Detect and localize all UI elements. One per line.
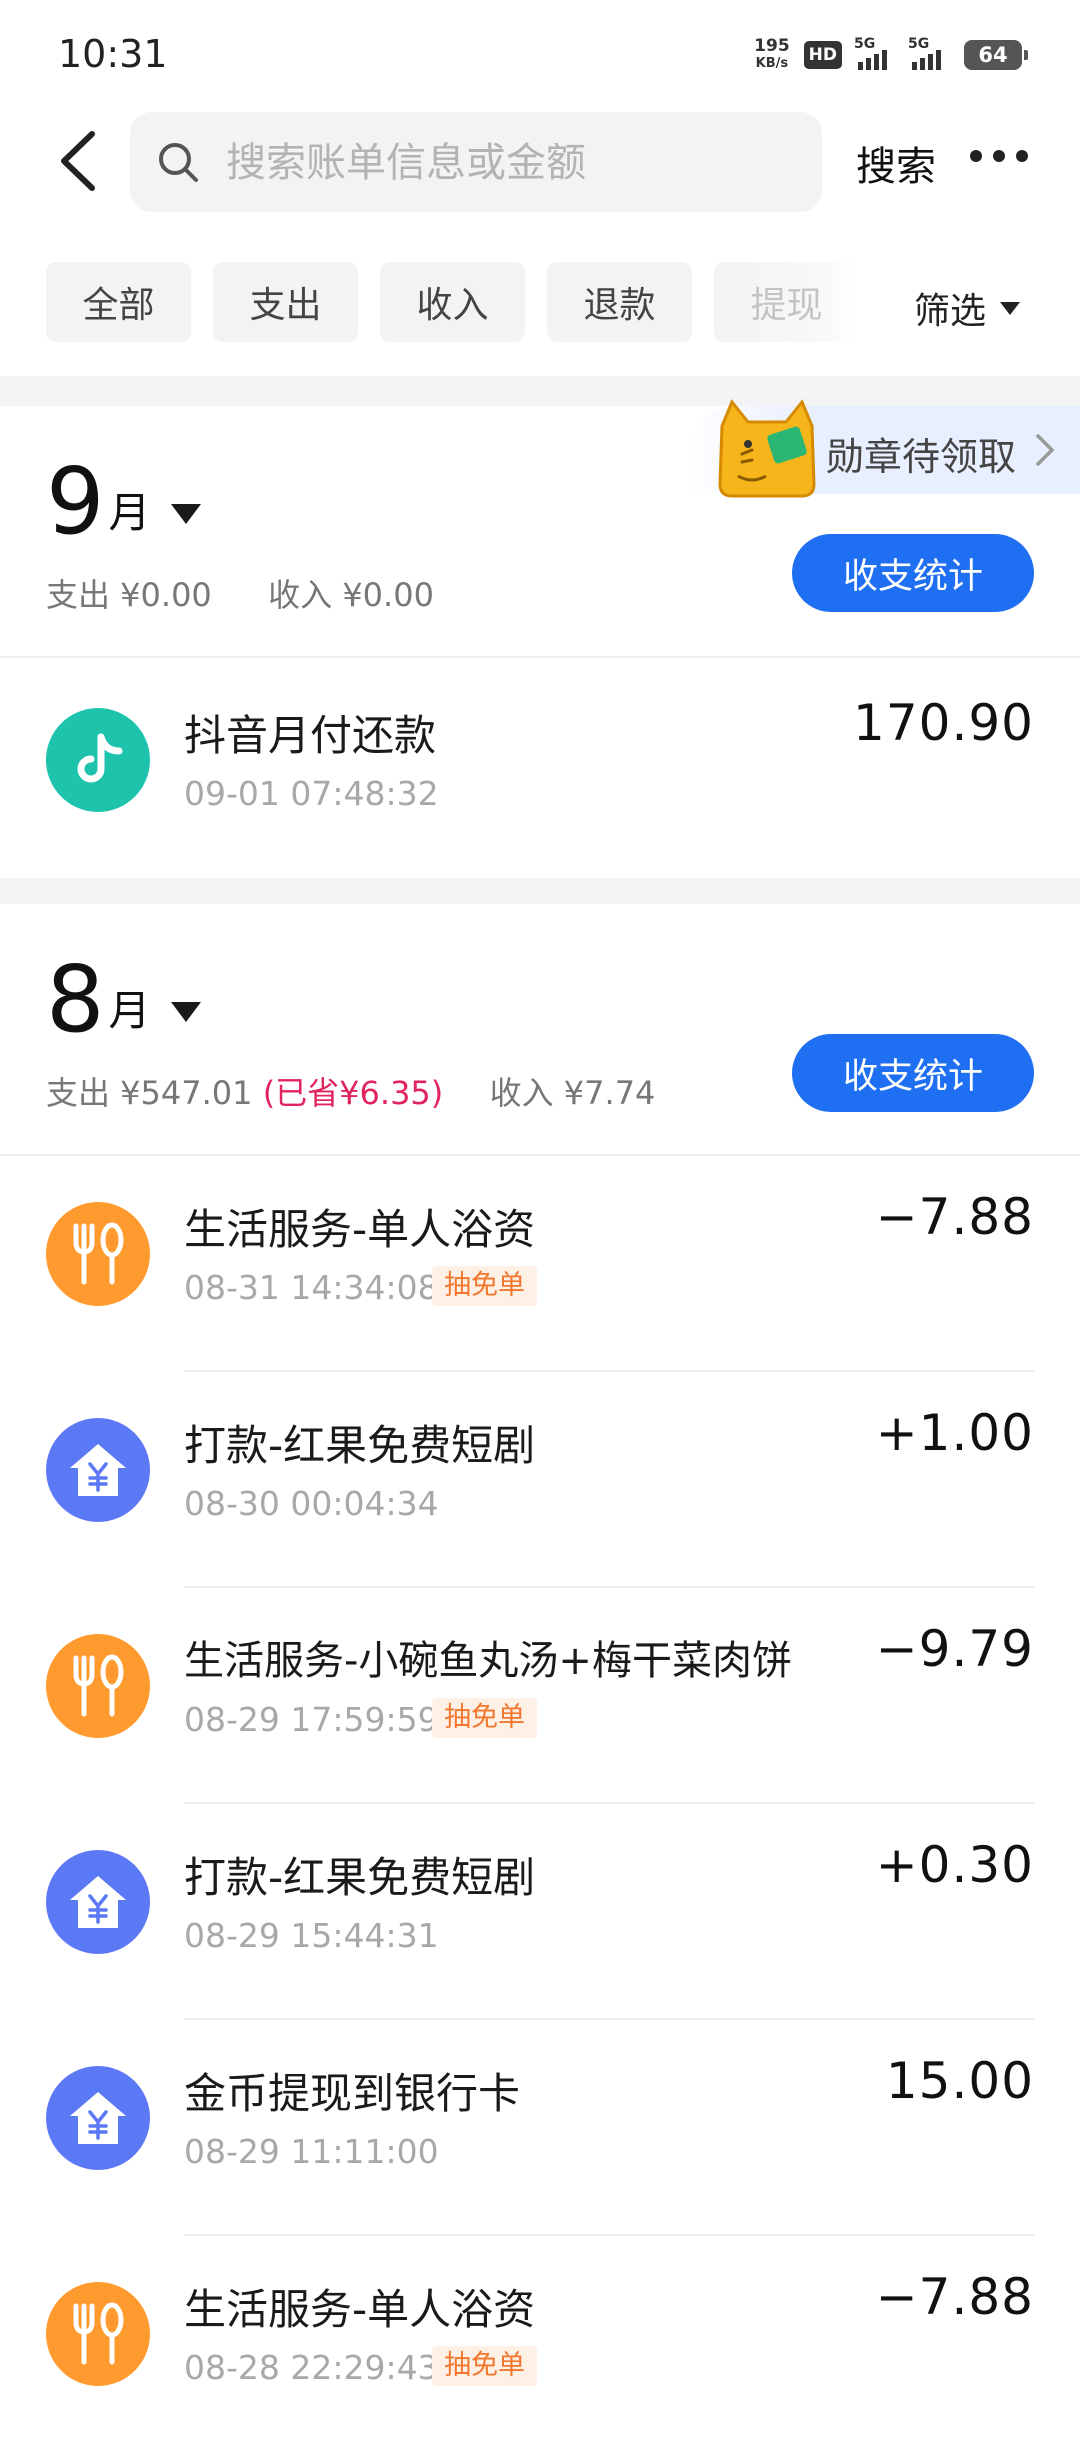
back-arrow-icon[interactable] xyxy=(52,128,102,194)
cat-mascot-icon xyxy=(718,399,816,498)
transaction-title: 抖音月付还款 xyxy=(184,711,437,760)
status-time: 10:31 xyxy=(58,32,168,76)
free-order-tag: 抽免单 xyxy=(432,1698,537,1738)
yuan-house-icon xyxy=(46,2066,150,2170)
transaction-row[interactable]: 生活服务-单人浴资 08-28 22:29:43 抽免单 −7.88 xyxy=(0,2236,1080,2452)
month-selector-aug[interactable]: 8 月 xyxy=(46,954,201,1046)
signal-sim1-icon: 5G xyxy=(854,36,896,70)
transaction-amount: 15.00 xyxy=(885,2052,1034,2110)
transaction-title: 生活服务-单人浴资 xyxy=(184,1205,536,1254)
transaction-time: 09-01 07:48:32 xyxy=(184,774,439,813)
month-summary: 支出 ¥0.00 收入 ¥0.00 xyxy=(46,570,434,616)
income-total: 收入 ¥7.74 xyxy=(489,1074,656,1112)
transaction-row[interactable]: 生活服务-单人浴资 08-31 14:34:08 抽免单 −7.88 xyxy=(0,1156,1080,1372)
month-summary: 支出 ¥547.01 (已省¥6.35) 收入 ¥7.74 xyxy=(46,1068,655,1114)
transaction-row[interactable]: 打款-红果免费短剧 08-30 00:04:34 +1.00 xyxy=(0,1372,1080,1588)
transaction-title: 生活服务-小碗鱼丸汤+梅干菜肉饼 xyxy=(184,1638,792,1684)
yuan-house-icon xyxy=(46,1418,150,1522)
search-input[interactable] xyxy=(224,112,788,214)
status-icons: 195 KB/s HD 5G 5G 64 xyxy=(754,36,1028,72)
transaction-amount: +1.00 xyxy=(875,1404,1034,1462)
section-gap xyxy=(0,878,1080,904)
month-unit: 月 xyxy=(108,488,151,537)
status-bar: 10:31 195 KB/s HD 5G 5G 64 xyxy=(0,0,1080,100)
net-speed: 195 KB/s xyxy=(754,36,790,72)
income-total: 收入 ¥0.00 xyxy=(268,576,434,614)
filter-label: 筛选 xyxy=(914,291,987,332)
tab-expense[interactable]: 支出 xyxy=(213,262,358,342)
fork-spoon-icon xyxy=(46,1202,150,1306)
saved-amount: (已省¥6.35) xyxy=(262,1074,444,1112)
tab-income[interactable]: 收入 xyxy=(380,262,525,342)
section-gap xyxy=(0,376,1080,406)
transaction-amount: 170.90 xyxy=(853,694,1034,752)
more-options-icon[interactable] xyxy=(970,150,1028,164)
filter-button[interactable]: 筛选 xyxy=(914,282,1021,334)
caret-down-icon xyxy=(1000,301,1021,315)
douyin-icon xyxy=(46,708,150,812)
stats-button[interactable]: 收支统计 xyxy=(792,534,1034,612)
search-button[interactable]: 搜索 xyxy=(856,134,936,192)
transaction-row[interactable]: 生活服务-小碗鱼丸汤+梅干菜肉饼 08-29 17:59:59 抽免单 −9.7… xyxy=(0,1588,1080,1804)
transaction-time: 08-29 11:11:00 xyxy=(184,2132,439,2171)
transaction-row[interactable]: 抖音月付还款 09-01 07:48:32 170.90 xyxy=(0,662,1080,878)
transaction-time: 08-29 15:44:31 xyxy=(184,1916,439,1955)
transaction-title: 打款-红果免费短剧 xyxy=(184,1853,536,1902)
transaction-time: 08-31 14:34:08 xyxy=(184,1268,439,1307)
search-icon xyxy=(159,143,198,182)
divider xyxy=(0,656,1080,658)
tab-withdraw[interactable]: 提现 xyxy=(714,262,859,342)
month-number: 8 xyxy=(46,946,105,1053)
transaction-title: 金币提现到银行卡 xyxy=(184,2069,521,2118)
month-unit: 月 xyxy=(108,986,151,1035)
fork-spoon-icon xyxy=(46,1634,150,1738)
chevron-right-icon xyxy=(1036,434,1055,466)
transaction-time: 08-29 17:59:59 xyxy=(184,1700,439,1739)
caret-down-icon xyxy=(170,1002,201,1022)
transaction-time: 08-28 22:29:43 xyxy=(184,2348,439,2387)
month-number: 9 xyxy=(46,448,105,555)
expense-total: 支出 ¥547.01 xyxy=(46,1074,253,1112)
caret-down-icon xyxy=(170,504,201,524)
transaction-amount: −7.88 xyxy=(875,1188,1034,1246)
transaction-title: 生活服务-单人浴资 xyxy=(184,2285,536,2334)
yuan-house-icon xyxy=(46,1850,150,1954)
transaction-amount: +0.30 xyxy=(875,1836,1034,1894)
transaction-amount: −7.88 xyxy=(875,2268,1034,2326)
search-bar[interactable] xyxy=(130,112,822,214)
filter-tabs: 全部 支出 收入 退款 提现 xyxy=(46,262,859,342)
month-selector-sep[interactable]: 9 月 xyxy=(46,456,201,548)
signal-sim2-icon: 5G xyxy=(908,36,950,70)
stats-button[interactable]: 收支统计 xyxy=(792,1034,1034,1112)
battery-icon: 64 xyxy=(964,40,1028,70)
transaction-row[interactable]: 打款-红果免费短剧 08-29 15:44:31 +0.30 xyxy=(0,1804,1080,2020)
free-order-tag: 抽免单 xyxy=(432,2346,537,2386)
badge-label: 勋章待领取 xyxy=(826,435,1017,479)
expense-total: 支出 ¥0.00 xyxy=(46,576,212,614)
fork-spoon-icon xyxy=(46,2282,150,2386)
free-order-tag: 抽免单 xyxy=(432,1266,537,1306)
transaction-title: 打款-红果免费短剧 xyxy=(184,1421,536,1470)
tab-all[interactable]: 全部 xyxy=(46,262,191,342)
tab-refund[interactable]: 退款 xyxy=(547,262,692,342)
transaction-time: 08-30 00:04:34 xyxy=(184,1484,439,1523)
transaction-row[interactable]: 金币提现到银行卡 08-29 11:11:00 15.00 xyxy=(0,2020,1080,2236)
hd-voice-icon: HD xyxy=(803,41,842,69)
transaction-amount: −9.79 xyxy=(875,1620,1034,1678)
